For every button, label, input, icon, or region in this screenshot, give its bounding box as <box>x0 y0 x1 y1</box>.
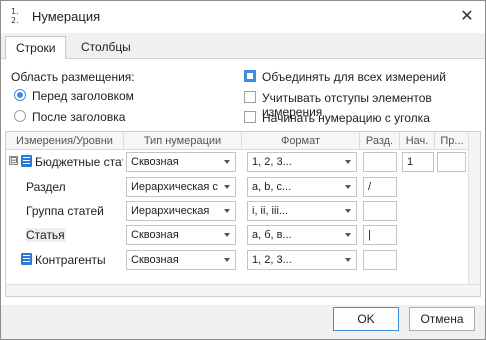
col-header-dimensions[interactable]: Измерения/Уровни <box>6 132 124 150</box>
ok-button[interactable]: OK <box>333 307 399 331</box>
rows-panel: Область размещения: Перед заголовком Пос… <box>1 59 485 305</box>
tab-columns[interactable]: Столбцы <box>71 36 141 60</box>
radio-before-header-label[interactable]: Перед заголовком <box>32 89 134 103</box>
format-select[interactable]: a, b, c... <box>247 177 357 197</box>
chevron-down-icon <box>224 233 230 237</box>
col-header-extra[interactable]: Пр... <box>435 132 470 150</box>
chevron-down-icon <box>345 185 351 189</box>
numbering-type-select[interactable]: Сквозная <box>126 225 236 245</box>
col-header-separator[interactable]: Разд. <box>360 132 400 150</box>
separator-field[interactable] <box>363 152 397 172</box>
format-select[interactable]: 1, 2, 3... <box>247 152 357 172</box>
row-name[interactable]: Бюджетные стат <box>35 155 123 169</box>
chevron-down-icon <box>224 209 230 213</box>
numbering-dialog: 1. 2. Нумерация ✕ Строки Столбцы Область … <box>0 0 486 340</box>
radio-before-header[interactable] <box>14 89 26 101</box>
col-header-start[interactable]: Нач. <box>400 132 435 150</box>
numbering-type-select[interactable]: Иерархическая <box>126 201 236 221</box>
dimension-icon <box>21 155 32 167</box>
checkbox-indents[interactable] <box>244 91 256 103</box>
separator-field[interactable] <box>363 201 397 221</box>
separator-field[interactable] <box>363 250 397 270</box>
radio-after-header-label[interactable]: После заголовка <box>32 110 125 124</box>
chevron-down-icon <box>345 160 351 164</box>
row-name[interactable]: Раздел <box>26 180 122 194</box>
chevron-down-icon <box>345 258 351 262</box>
radio-after-header[interactable] <box>14 110 26 122</box>
numbering-icon: 1. 2. <box>11 7 19 25</box>
row-name[interactable]: Группа статей <box>26 204 122 218</box>
row-name[interactable]: Контрагенты <box>35 253 123 267</box>
numbering-grid: Измерения/Уровни Тип нумерации Формат Ра… <box>5 131 481 297</box>
chevron-down-icon <box>345 233 351 237</box>
col-header-type[interactable]: Тип нумерации <box>124 132 242 150</box>
chevron-down-icon <box>224 160 230 164</box>
horizontal-scrollbar[interactable] <box>6 284 480 296</box>
vertical-scrollbar[interactable] <box>468 132 480 296</box>
checkbox-corner-start[interactable] <box>244 111 256 123</box>
extra-field[interactable] <box>437 152 466 172</box>
tab-rows[interactable]: Строки <box>5 36 67 60</box>
placement-heading: Область размещения: <box>11 70 135 84</box>
checkbox-merge-all-label[interactable]: Объединять для всех измерений <box>262 70 446 84</box>
separator-field[interactable]: | <box>363 225 397 245</box>
collapse-icon[interactable]: ⊟ <box>9 156 18 165</box>
chevron-down-icon <box>224 258 230 262</box>
title-bar: 1. 2. Нумерация ✕ <box>1 1 485 33</box>
numbering-type-select[interactable]: Сквозная <box>126 152 236 172</box>
chevron-down-icon <box>224 185 230 189</box>
numbering-type-select[interactable]: Сквозная <box>126 250 236 270</box>
tab-bar: Строки Столбцы <box>1 33 485 60</box>
format-select[interactable]: i, ii, iii... <box>247 201 357 221</box>
separator-field[interactable]: / <box>363 177 397 197</box>
row-name[interactable]: Статья <box>26 228 66 242</box>
dialog-title: Нумерация <box>32 9 101 24</box>
cancel-button[interactable]: Отмена <box>409 307 475 331</box>
checkbox-merge-all[interactable] <box>244 70 256 82</box>
close-icon[interactable]: ✕ <box>457 7 477 27</box>
chevron-down-icon <box>345 209 351 213</box>
numbering-type-select[interactable]: Иерархическая с <box>126 177 236 197</box>
col-header-format[interactable]: Формат <box>242 132 360 150</box>
dimension-icon <box>21 253 32 265</box>
format-select[interactable]: 1, 2, 3... <box>247 250 357 270</box>
start-field[interactable]: 1 <box>402 152 434 172</box>
checkbox-corner-start-label[interactable]: Начинать нумерацию с уголка <box>262 111 430 125</box>
format-select[interactable]: а, б, в... <box>247 225 357 245</box>
